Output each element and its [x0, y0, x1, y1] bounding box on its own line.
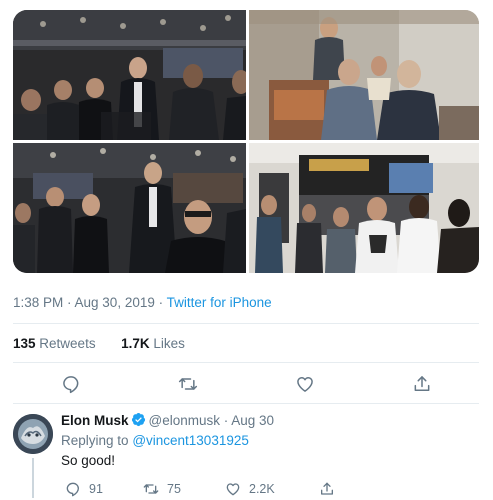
reply-like-button[interactable]: 2.2K — [225, 480, 275, 498]
divider-top — [13, 323, 479, 324]
retweets-label: Retweets — [39, 336, 96, 351]
reply-like-count: 2.2K — [249, 482, 275, 496]
tweet-photo-3[interactable] — [13, 143, 246, 273]
tweet-photo-4[interactable] — [249, 143, 479, 273]
share-icon — [321, 482, 333, 495]
likes-label: Likes — [153, 336, 185, 351]
replying-to-label: Replying to — [61, 433, 129, 448]
tweet-timestamp-line: 1:38 PM · Aug 30, 2019 · Twitter for iPh… — [13, 295, 272, 310]
avatar[interactable] — [13, 414, 53, 454]
likes-stat[interactable]: 1.7K Likes — [121, 336, 185, 351]
reply-share-button[interactable] — [319, 480, 343, 498]
replying-to-mention[interactable]: @vincent13031925 — [132, 433, 249, 448]
reply-action-bar: 91 75 2.2K — [61, 480, 479, 500]
retweet-icon — [143, 484, 159, 494]
share-icon[interactable] — [412, 374, 432, 394]
reply-tweet[interactable]: Elon Musk @elonmusk · Aug 30 Replying to … — [13, 412, 479, 500]
divider-middle — [13, 362, 479, 363]
tweet-action-bar — [13, 374, 479, 396]
reply-icon[interactable] — [61, 374, 81, 394]
reply-reply-count: 91 — [89, 482, 103, 496]
reply-icon — [66, 482, 79, 497]
reply-text: So good! — [61, 453, 116, 468]
like-icon[interactable] — [295, 374, 315, 394]
reply-reply-button[interactable]: 91 — [65, 480, 103, 498]
thread-line — [32, 458, 34, 498]
tweet-stats: 135 Retweets 1.7K Likes — [13, 336, 185, 351]
reply-retweet-button[interactable]: 75 — [143, 480, 181, 498]
like-icon — [226, 483, 240, 496]
reply-retweet-count: 75 — [167, 482, 181, 496]
retweet-icon[interactable] — [178, 374, 198, 394]
retweets-stat[interactable]: 135 Retweets — [13, 336, 96, 351]
reply-author-name[interactable]: Elon Musk — [61, 413, 129, 428]
divider-bottom — [13, 403, 479, 404]
verified-badge-icon — [131, 412, 146, 427]
tweet-timestamp[interactable]: 1:38 PM · Aug 30, 2019 — [13, 295, 155, 310]
replying-to-line: Replying to @vincent13031925 — [61, 432, 479, 450]
tweet-photo-1[interactable] — [13, 10, 246, 140]
likes-count: 1.7K — [121, 336, 150, 351]
tweet-photo-2[interactable] — [249, 10, 479, 140]
retweets-count: 135 — [13, 336, 36, 351]
reply-author-handle[interactable]: @elonmusk — [149, 413, 220, 428]
reply-date[interactable]: · Aug 30 — [224, 413, 274, 428]
meta-separator: · — [158, 295, 167, 310]
tweet-photo-grid — [13, 10, 479, 273]
tweet-source-link[interactable]: Twitter for iPhone — [167, 295, 272, 310]
